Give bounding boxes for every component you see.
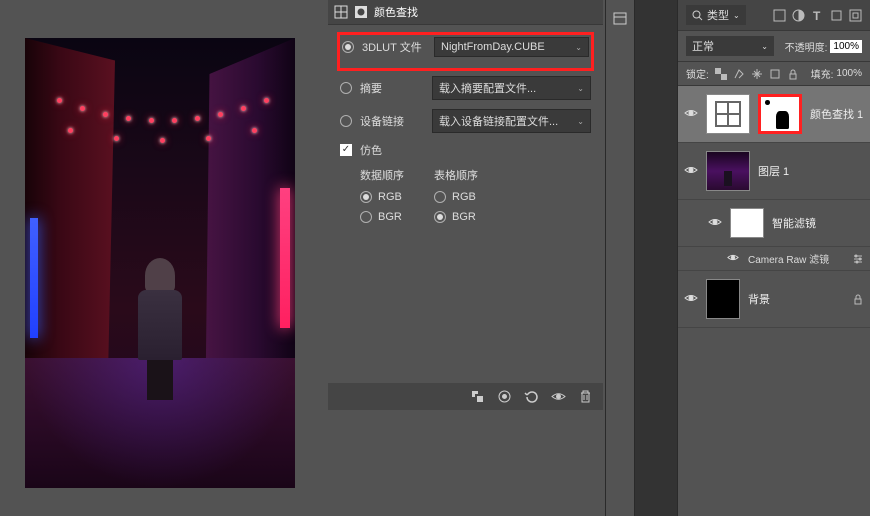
layer-name[interactable]: 图层 1 — [758, 163, 789, 179]
filter-smart-icon[interactable] — [849, 9, 862, 22]
visibility-toggle[interactable] — [708, 217, 722, 230]
trash-icon[interactable] — [578, 389, 593, 404]
reset-icon[interactable] — [524, 389, 539, 404]
chevron-down-icon: ⌄ — [577, 117, 584, 126]
radio-data-rgb[interactable] — [360, 191, 372, 203]
view-previous-state-icon[interactable] — [497, 389, 512, 404]
lock-label: 锁定: — [686, 66, 709, 81]
chevron-down-icon: ⌄ — [577, 84, 584, 93]
chevron-down-icon: ⌄ — [575, 43, 582, 52]
dropdown-abstract[interactable]: 载入摘要配置文件... ⌄ — [432, 76, 591, 100]
filter-type-icon[interactable]: T — [811, 9, 824, 22]
label-abstract: 摘要 — [360, 80, 424, 96]
blend-mode-dropdown[interactable]: 正常 ⌄ — [686, 36, 774, 56]
layer-color-lookup[interactable]: 颜色查找 1 — [678, 86, 870, 143]
table-order-title: 表格顺序 — [434, 167, 478, 183]
highlighted-3dlut-row: 3DLUT 文件 NightFromDay.CUBE ⌄ — [337, 32, 594, 71]
opacity-label: 不透明度: — [785, 39, 828, 54]
filter-mask-thumb[interactable] — [730, 208, 764, 238]
panel-title: 颜色查找 — [374, 4, 418, 20]
layer-layer1[interactable]: 图层 1 — [678, 143, 870, 200]
layer-filter-row: 类型 ⌄ T — [678, 0, 870, 31]
layer-background[interactable]: 背景 — [678, 271, 870, 328]
lock-artboard-icon[interactable] — [769, 68, 781, 80]
filter-options-icon[interactable] — [852, 253, 864, 265]
visibility-toggle[interactable] — [726, 253, 740, 265]
layer-list: 颜色查找 1 图层 1 智能滤镜 Camera Raw 滤镜 — [678, 86, 870, 328]
layer-name[interactable]: 颜色查找 1 — [810, 106, 863, 122]
smart-filters-label: 智能滤镜 — [772, 215, 816, 231]
panel-footer — [328, 383, 603, 410]
filter-adjustment-icon[interactable] — [792, 9, 805, 22]
data-order-title: 数据顺序 — [360, 167, 404, 183]
lock-transparency-icon[interactable] — [715, 68, 727, 80]
mask-icon — [354, 5, 368, 19]
smart-filters-group[interactable]: 智能滤镜 — [678, 200, 870, 247]
radio-table-bgr[interactable] — [434, 211, 446, 223]
search-icon — [692, 10, 703, 21]
properties-panel: 颜色查找 3DLUT 文件 NightFromDay.CUBE ⌄ 摘要 载入摘… — [328, 0, 603, 410]
layer-name[interactable]: 背景 — [748, 291, 770, 307]
clip-to-layer-icon[interactable] — [470, 389, 485, 404]
opacity-value[interactable]: 100% — [830, 40, 862, 53]
layer-thumb[interactable] — [706, 151, 750, 191]
visibility-toggle[interactable] — [684, 293, 698, 306]
lock-row: 锁定: 填充: 100% — [678, 62, 870, 86]
adjustment-thumb[interactable] — [706, 94, 750, 134]
filter-name: Camera Raw 滤镜 — [748, 251, 829, 266]
filter-pixel-icon[interactable] — [773, 9, 786, 22]
grid-icon — [334, 5, 348, 19]
lock-pixels-icon[interactable] — [733, 68, 745, 80]
collapsed-dock[interactable] — [605, 0, 635, 516]
radio-3dlut[interactable] — [342, 41, 354, 53]
dropdown-3dlut-file[interactable]: NightFromDay.CUBE ⌄ — [434, 37, 589, 57]
radio-abstract[interactable] — [340, 82, 352, 94]
filter-shape-icon[interactable] — [830, 9, 843, 22]
layers-panel: 类型 ⌄ T 正常 ⌄ 不透明度: 100% 锁定: 填充: 100% — [677, 0, 870, 516]
panel-tab-header[interactable]: 颜色查找 — [328, 0, 603, 25]
checkbox-dither[interactable]: ✓ — [340, 144, 352, 156]
layer-thumb[interactable] — [706, 279, 740, 319]
svg-text:T: T — [813, 9, 821, 22]
lock-icon[interactable] — [852, 293, 864, 305]
image-content — [25, 38, 295, 488]
radio-table-rgb[interactable] — [434, 191, 446, 203]
mask-thumb-highlighted[interactable] — [758, 94, 802, 134]
visibility-icon[interactable] — [551, 389, 566, 404]
filter-kind-dropdown[interactable]: 类型 ⌄ — [686, 5, 746, 25]
dropdown-device-link[interactable]: 载入设备链接配置文件... ⌄ — [432, 109, 591, 133]
lock-all-icon[interactable] — [787, 68, 799, 80]
label-device-link: 设备链接 — [360, 113, 424, 129]
label-3dlut: 3DLUT 文件 — [362, 39, 426, 55]
radio-device-link[interactable] — [340, 115, 352, 127]
radio-data-bgr[interactable] — [360, 211, 372, 223]
canvas-area — [0, 0, 330, 516]
history-icon[interactable] — [612, 10, 628, 26]
visibility-toggle[interactable] — [684, 165, 698, 178]
visibility-toggle[interactable] — [684, 108, 698, 121]
lock-position-icon[interactable] — [751, 68, 763, 80]
fill-value[interactable]: 100% — [836, 68, 862, 79]
filter-camera-raw[interactable]: Camera Raw 滤镜 — [678, 247, 870, 271]
workspace-gap — [635, 0, 677, 516]
document-canvas[interactable] — [25, 38, 295, 488]
blend-mode-row: 正常 ⌄ 不透明度: 100% — [678, 31, 870, 62]
fill-label: 填充: — [811, 66, 834, 81]
label-dither: 仿色 — [360, 142, 382, 158]
